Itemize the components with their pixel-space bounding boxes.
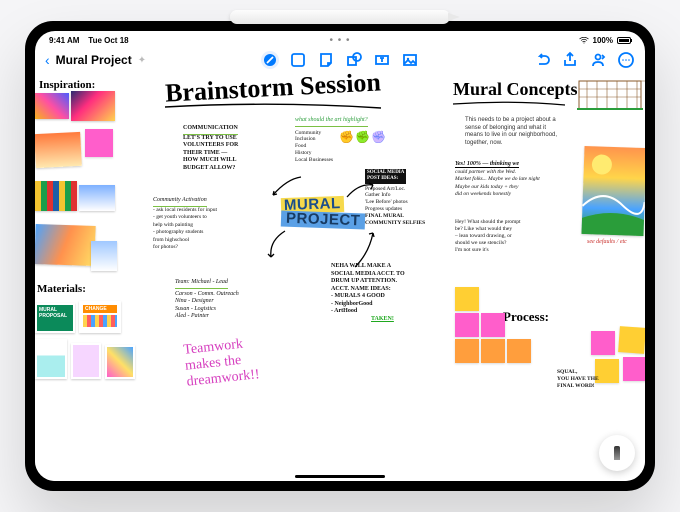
home-indicator[interactable] (295, 475, 385, 478)
inspo-photo[interactable] (35, 93, 69, 119)
comm-block[interactable]: COMMUNICATION LET'S TRY TO USE VOLUNTEER… (183, 125, 273, 172)
heading-materials: Materials: (37, 283, 86, 295)
fist-stickers: ✊✊✊ (339, 130, 386, 164)
yes-block[interactable]: Yes! 100% — thinking we could partner wi… (455, 161, 585, 199)
sticky-note[interactable] (455, 339, 479, 363)
sticky-note[interactable] (481, 339, 505, 363)
status-date: Tue Oct 18 (88, 36, 128, 45)
inspo-photo[interactable] (35, 224, 96, 266)
activation-block[interactable]: Community Activation - ask local residen… (153, 197, 273, 252)
sticky-note[interactable] (481, 313, 505, 337)
status-time: 9:41 AM (49, 36, 79, 45)
text-tool-icon[interactable] (289, 51, 307, 69)
textbox-tool-icon[interactable] (373, 51, 391, 69)
back-icon[interactable]: ‹ (45, 52, 50, 68)
defaults-note[interactable]: see defaults / etc (587, 239, 627, 247)
media-tool-icon[interactable] (401, 51, 419, 69)
heading-process: Process: (503, 309, 549, 325)
pen-tool-fab[interactable] (599, 435, 635, 471)
sticky-note[interactable] (623, 357, 645, 381)
squal-note[interactable]: SQUAL, YOU HAVE THE FINAL WORD! (557, 369, 607, 390)
inspo-photo[interactable] (79, 185, 115, 211)
inspo-photo[interactable] (35, 132, 82, 168)
inspo-photo[interactable] (91, 241, 117, 271)
sticky-note[interactable] (507, 339, 531, 363)
concept-art[interactable] (581, 146, 645, 236)
collaborate-icon[interactable] (589, 51, 607, 69)
tool-picker (261, 51, 419, 69)
more-icon[interactable] (617, 51, 635, 69)
book-change[interactable]: CHANGE (79, 301, 121, 333)
arrow (267, 173, 307, 203)
apple-pencil (230, 10, 450, 24)
sticky-note[interactable] (455, 313, 479, 337)
sticky-note[interactable] (618, 326, 645, 354)
status-left: 9:41 AM Tue Oct 18 (49, 36, 129, 45)
status-right: 100% (579, 36, 631, 45)
prompt-block[interactable]: Hey! What should the prompt be? Like wha… (455, 219, 575, 253)
underline (451, 101, 567, 107)
battery-icon (617, 37, 631, 44)
undo-icon[interactable] (533, 51, 551, 69)
ipad-device: • • • 9:41 AM Tue Oct 18 100% ‹ Mural Pr… (25, 21, 655, 491)
draw-tool-icon[interactable] (261, 51, 279, 69)
freeform-canvas[interactable]: Inspiration: Materials: MURAL PROPOSAL C… (35, 73, 645, 481)
book-proposal[interactable]: MURAL PROPOSAL (35, 303, 75, 333)
underline (163, 103, 383, 111)
toolbar: ‹ Mural Project ✦ (35, 47, 645, 73)
heading-concepts: Mural Concepts (453, 79, 578, 100)
sticky-note[interactable] (591, 331, 615, 355)
social-block[interactable]: SOCIAL MEDIA POST IDEAS: Proposed Art/Lo… (365, 169, 461, 227)
team-block[interactable]: Team: Michael - Lead Carson - Comm. Outr… (175, 279, 305, 321)
arrow (345, 179, 375, 201)
sticky-tool-icon[interactable] (317, 51, 335, 69)
shape-tool-icon[interactable] (345, 51, 363, 69)
highlight-block[interactable]: what should the art highlight? Community… (295, 117, 405, 164)
inspo-photo[interactable] (71, 91, 115, 121)
arrow (263, 229, 291, 259)
building-sketch[interactable] (575, 73, 645, 113)
favorite-icon[interactable]: ✦ (138, 55, 146, 66)
neha-block[interactable]: NEHA WILL MAKE A SOCIAL MEDIA ACCT. TO D… (331, 263, 441, 323)
concepts-intro[interactable]: This needs to be a project about a sense… (465, 117, 605, 147)
battery-pct: 100% (593, 36, 613, 45)
doc-title[interactable]: Mural Project (56, 53, 132, 67)
material-thumb[interactable] (105, 345, 135, 379)
wifi-icon (579, 37, 589, 44)
material-thumb[interactable] (71, 343, 101, 379)
inspo-photo[interactable] (35, 181, 77, 211)
sticky-note[interactable] (455, 287, 479, 311)
multitask-dots[interactable]: • • • (329, 35, 350, 46)
share-icon[interactable] (561, 51, 579, 69)
screen: • • • 9:41 AM Tue Oct 18 100% ‹ Mural Pr… (35, 31, 645, 481)
material-thumb[interactable] (35, 339, 67, 379)
heading-inspiration: Inspiration: (39, 79, 95, 91)
teamwork-note[interactable]: Teamwork makes the dreamwork!! (183, 335, 261, 390)
sticky-note[interactable] (85, 129, 113, 157)
